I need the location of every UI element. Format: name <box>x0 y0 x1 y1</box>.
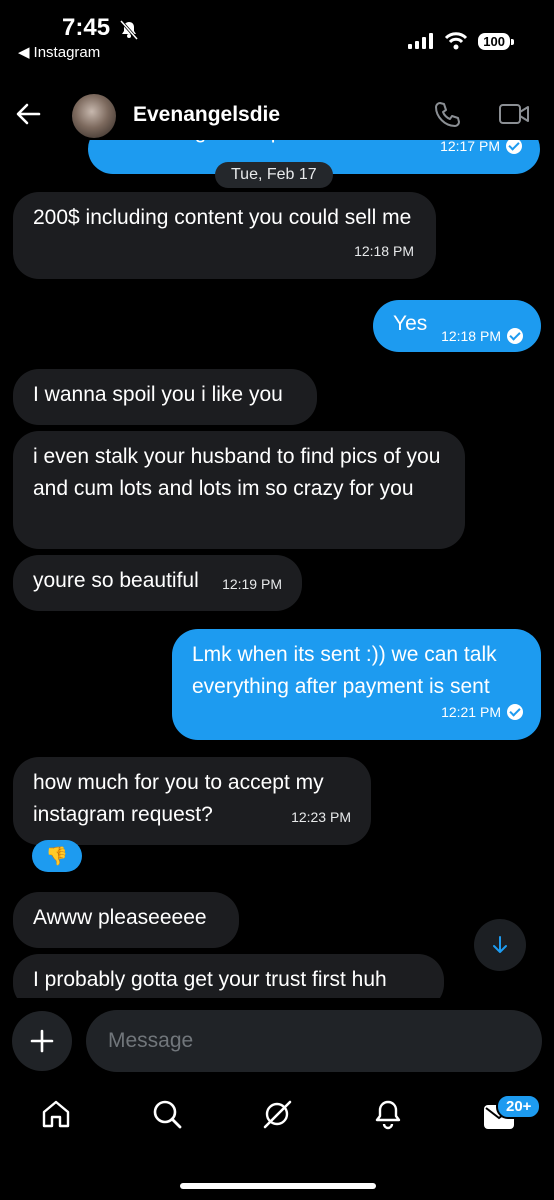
reaction-badge[interactable]: 👎 <box>32 840 82 872</box>
message-bubble-incoming[interactable]: I wanna spoil you i like you <box>13 369 317 425</box>
message-text: I wanna spoil you i like you <box>33 383 283 406</box>
notifications-icon[interactable] <box>372 1098 404 1135</box>
message-bubble-outgoing[interactable]: Lmk when its sent :)) we can talk everyt… <box>172 629 541 740</box>
status-indicators: 100 <box>408 32 514 50</box>
plus-icon <box>30 1029 54 1053</box>
message-bubble-incoming[interactable]: I probably gotta get your trust first hu… <box>13 954 444 998</box>
grok-icon[interactable] <box>261 1098 293 1135</box>
read-check-icon <box>507 328 523 344</box>
message-thread[interactable]: You changed the price to $200? 12:17 PM … <box>0 140 554 998</box>
add-attachment-button[interactable] <box>12 1011 72 1071</box>
message-text: I probably gotta get your trust first hu… <box>33 968 387 991</box>
read-check-icon <box>507 704 523 720</box>
message-bubble-incoming[interactable]: youre so beautiful 12:19 PM <box>13 555 302 611</box>
back-caret-icon: ◀ <box>18 44 30 61</box>
message-bubble-outgoing[interactable]: Yes 12:18 PM <box>373 300 541 352</box>
message-text: youre so beautiful <box>33 569 199 592</box>
contact-name[interactable]: Evenangelsdie <box>133 103 280 127</box>
message-bubble-incoming[interactable]: how much for you to accept my instagram … <box>13 757 371 845</box>
message-text: i even stalk your husband to find pics o… <box>33 445 441 500</box>
scroll-to-bottom-button[interactable] <box>474 919 526 971</box>
message-text: Awww pleaseeeee <box>33 906 207 929</box>
message-time: 12:18 PM <box>354 243 414 259</box>
home-indicator <box>180 1183 376 1189</box>
message-text: Yes <box>393 312 428 335</box>
message-time: 12:23 PM <box>291 809 351 825</box>
date-divider: Tue, Feb 17 <box>215 162 333 188</box>
back-arrow-icon[interactable] <box>14 100 42 133</box>
back-app-label: Instagram <box>33 43 101 61</box>
search-icon[interactable] <box>151 1098 183 1135</box>
message-bubble-incoming[interactable]: Awww pleaseeeee <box>13 892 239 948</box>
avatar[interactable] <box>72 94 116 138</box>
message-time: 12:17 PM <box>440 140 500 154</box>
back-to-app-link[interactable]: ◀ Instagram <box>18 43 101 62</box>
signal-icon <box>408 33 434 49</box>
video-call-icon[interactable] <box>498 102 530 131</box>
wifi-icon <box>445 32 468 50</box>
message-bubble-incoming[interactable]: 200$ including content you could sell me… <box>13 192 436 279</box>
message-time: 12:18 PM <box>441 328 501 344</box>
status-time: 7:45 <box>62 14 111 41</box>
phone-call-icon[interactable] <box>432 100 462 135</box>
arrow-down-icon <box>493 936 507 953</box>
message-time: 12:19 PM <box>222 576 282 592</box>
messages-count-badge: 20+ <box>496 1094 542 1119</box>
message-text: Lmk when its sent :)) we can talk everyt… <box>192 643 497 698</box>
home-icon[interactable] <box>40 1098 72 1135</box>
bell-muted-icon <box>118 20 140 45</box>
message-bubble-incoming[interactable]: i even stalk your husband to find pics o… <box>13 431 465 549</box>
battery-indicator: 100 <box>478 32 514 50</box>
message-time: 12:21 PM <box>441 704 501 720</box>
message-text: You changed the price to $200? <box>108 140 404 148</box>
message-text: 200$ including content you could sell me <box>33 206 412 229</box>
read-check-icon <box>506 140 522 154</box>
message-input[interactable] <box>86 1010 542 1072</box>
